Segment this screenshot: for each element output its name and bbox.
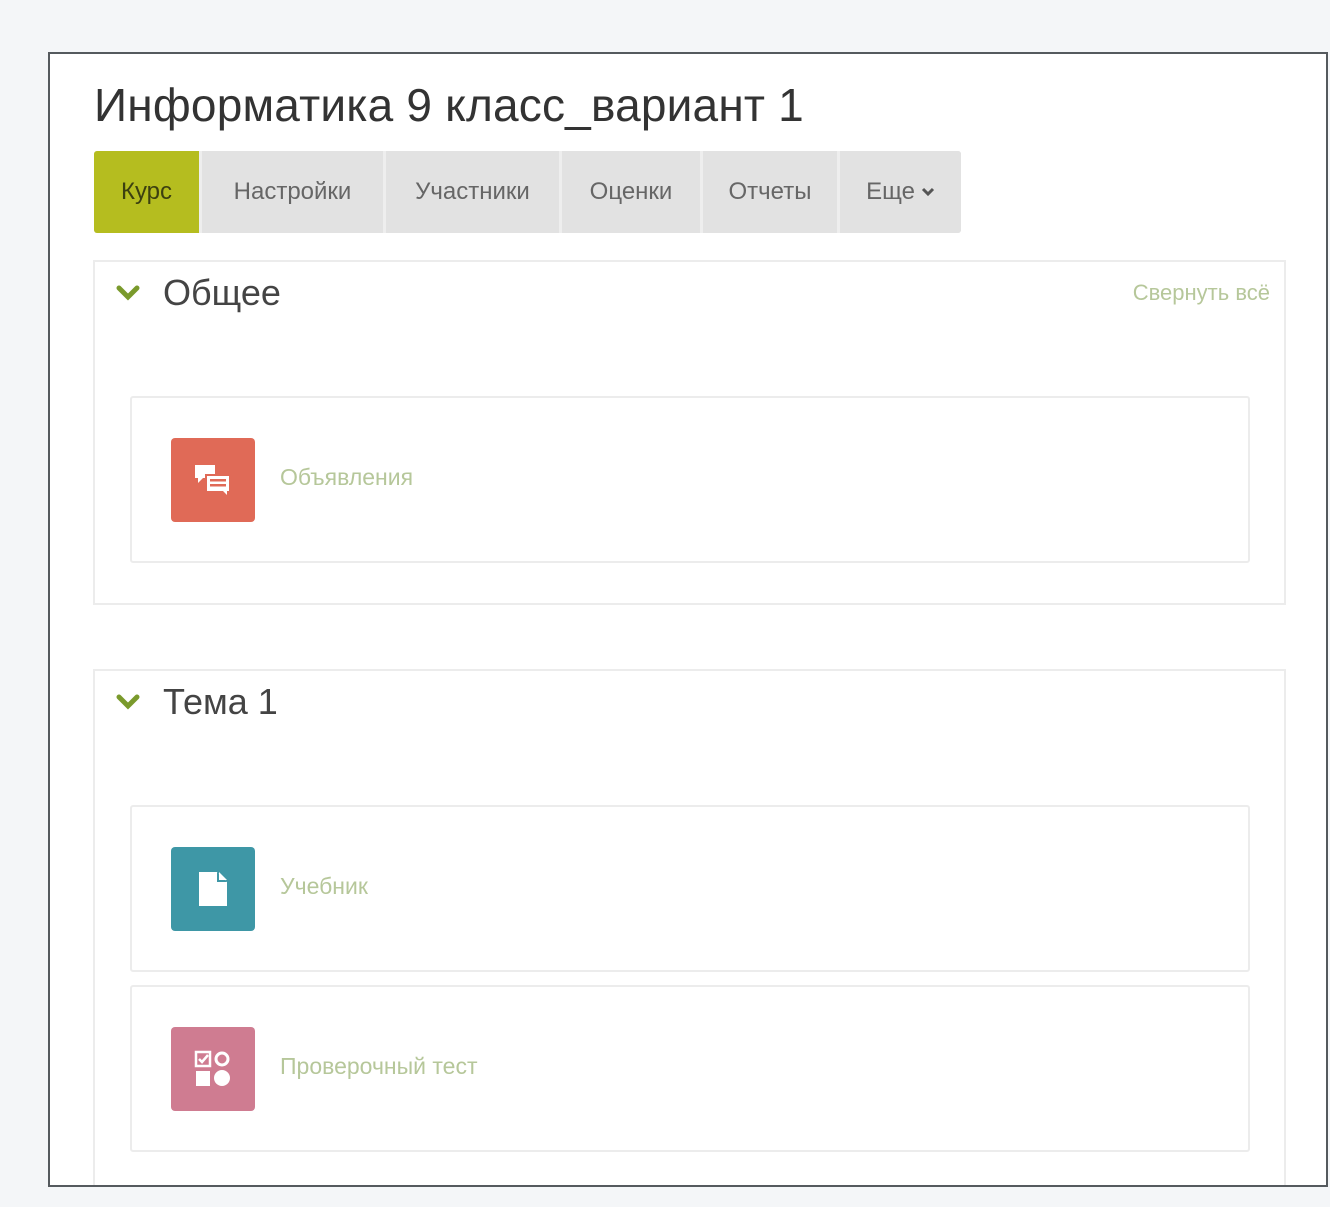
activity-link[interactable]: Проверочный тест [280,1053,478,1080]
activity-item: Учебник [130,805,1250,972]
tab-label: Настройки [233,178,352,205]
page-title: Информатика 9 класс_вариант 1 [94,79,804,131]
tab-label: Еще [866,178,915,205]
chevron-down-icon [921,187,934,197]
activity-item: Проверочный тест [130,985,1250,1152]
chevron-down-icon [113,278,143,308]
section-title: Общее [163,272,281,313]
tab-grades[interactable]: Оценки [562,151,703,233]
activity-link[interactable]: Учебник [280,873,368,900]
course-nav-tabs: Курс Настройки Участники Оценки Отчеты Е… [94,151,961,233]
tab-label: Оценки [589,178,673,205]
forum-icon[interactable] [171,438,255,522]
tab-reports[interactable]: Отчеты [703,151,840,233]
course-page: Информатика 9 класс_вариант 1 Курс Настр… [48,52,1328,1187]
tab-course[interactable]: Курс [94,151,202,233]
tab-settings[interactable]: Настройки [202,151,386,233]
tab-participants[interactable]: Участники [386,151,562,233]
section-general: Общее Свернуть всё Объявления [93,260,1286,605]
file-icon[interactable] [171,847,255,931]
activity-link[interactable]: Объявления [280,464,413,491]
section-topic-1: Тема 1 Учебник Проверочный тест [93,669,1286,1185]
chevron-down-icon [113,687,143,717]
section-title: Тема 1 [163,681,278,722]
collapse-all-link[interactable]: Свернуть всё [1133,280,1270,306]
tab-label: Участники [415,178,530,205]
section-toggle[interactable]: Общее [113,272,281,314]
tab-label: Отчеты [728,178,812,205]
tab-more[interactable]: Еще [840,151,961,233]
tab-label: Курс [120,178,173,205]
quiz-icon[interactable] [171,1027,255,1111]
section-toggle[interactable]: Тема 1 [113,681,278,723]
activity-item: Объявления [130,396,1250,563]
